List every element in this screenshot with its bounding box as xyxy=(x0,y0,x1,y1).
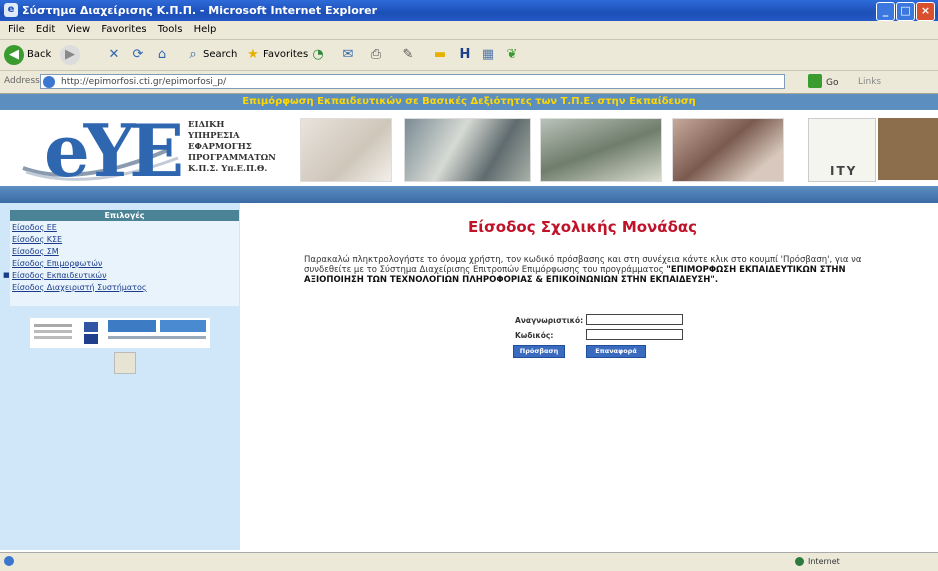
sponsor-logos xyxy=(30,318,210,348)
banner-photo-lab xyxy=(540,118,662,182)
go-arrow-icon[interactable] xyxy=(808,74,822,88)
forward-arrow-icon[interactable]: ▶ xyxy=(60,45,80,65)
username-field[interactable] xyxy=(586,314,683,325)
sponsor-line xyxy=(34,330,72,333)
close-button[interactable]: × xyxy=(916,2,935,21)
sponsor-line xyxy=(34,336,72,339)
folder-icon[interactable]: ▬ xyxy=(430,45,450,65)
maximize-button[interactable]: □ xyxy=(896,2,915,21)
links-label[interactable]: Links xyxy=(858,77,881,87)
menu-file[interactable]: File xyxy=(8,24,25,35)
banner-photo-classroom xyxy=(404,118,531,182)
banner-photo-child xyxy=(300,118,392,182)
logo: eYE xyxy=(44,108,184,193)
internet-zone-icon xyxy=(795,557,804,566)
favorites-button-label[interactable]: Favorites xyxy=(263,45,308,65)
menu-favorites[interactable]: Favorites xyxy=(101,24,146,35)
org-line: ΠΡΟΓΡΑΜΜΑΤΩΝ xyxy=(188,153,276,163)
home-icon[interactable]: ⌂ xyxy=(152,45,172,65)
sidebar-item-teachers[interactable]: Είσοδος Εκπαιδευτικών xyxy=(12,271,107,280)
research-icon[interactable]: ▦ xyxy=(478,45,498,65)
sponsor-line xyxy=(108,336,206,339)
program-logo xyxy=(108,320,156,332)
menu-tools[interactable]: Tools xyxy=(158,24,183,35)
submit-button[interactable]: Πρόσβαση xyxy=(513,345,565,358)
org-line: ΕΦΑΡΜΟΓΗΣ xyxy=(188,142,252,152)
mail-icon[interactable]: ✉ xyxy=(338,45,358,65)
menu-edit[interactable]: Edit xyxy=(36,24,55,35)
bullet-icon: ■ xyxy=(3,271,10,279)
menu-view[interactable]: View xyxy=(66,24,90,35)
status-zone: Internet xyxy=(808,557,840,566)
sidebar-item-ee[interactable]: Είσοδος ΕΕ xyxy=(12,223,57,232)
intro-text: Παρακαλώ πληκτρολογήστε το όνομα χρήστη,… xyxy=(304,255,874,285)
window-title: Σύστημα Διαχείρισης Κ.Π.Π. - Microsoft I… xyxy=(22,4,378,17)
address-bar: Address http://epimorfosi.cti.gr/epimorf… xyxy=(0,71,938,94)
greek-flag-icon xyxy=(84,322,98,332)
ie-window-icon: e xyxy=(4,3,18,17)
minimize-button[interactable]: _ xyxy=(876,2,895,21)
page-status-icon xyxy=(4,556,14,566)
search-icon[interactable]: ⌕ xyxy=(183,45,203,65)
banner-photo-students xyxy=(672,118,784,182)
edit-icon[interactable]: ✎ xyxy=(398,45,418,65)
program-logo xyxy=(160,320,206,332)
history-icon[interactable]: ◔ xyxy=(308,45,328,65)
sidebar-item-kse[interactable]: Είσοδος ΚΣΕ xyxy=(12,235,62,244)
banner-photo-poster xyxy=(878,118,938,180)
password-field[interactable] xyxy=(586,329,683,340)
org-line: ΥΠΗΡΕΣΙΑ xyxy=(188,131,240,141)
address-input[interactable]: http://epimorfosi.cti.gr/epimorfosi_p/ xyxy=(40,74,785,89)
stop-icon[interactable]: ✕ xyxy=(104,45,124,65)
favorites-star-icon[interactable]: ★ xyxy=(243,45,263,65)
navigation-bar xyxy=(0,186,938,203)
back-button-label[interactable]: Back xyxy=(27,45,51,65)
browser-toolbar: ◀ Back ▶ ✕ ⟳ ⌂ ⌕ Search ★ Favorites ◔ ✉ … xyxy=(0,40,938,71)
go-button[interactable]: Go xyxy=(826,78,838,88)
menu-bar: File Edit View Favorites Tools Help xyxy=(0,21,938,40)
ity-logo-text: ITY xyxy=(830,164,858,178)
messenger-icon[interactable]: ❦ xyxy=(502,45,522,65)
sponsor-line xyxy=(34,324,72,327)
username-label: Αναγνωριστικό: xyxy=(515,316,584,325)
h-icon[interactable]: H xyxy=(455,45,475,65)
refresh-icon[interactable]: ⟳ xyxy=(128,45,148,65)
back-arrow-icon[interactable]: ◀ xyxy=(4,45,24,65)
address-label: Address xyxy=(4,76,40,86)
sidebar-item-trainers[interactable]: Είσοδος Επιμορφωτών xyxy=(12,259,102,268)
print-icon[interactable]: ⎙ xyxy=(366,45,386,65)
ministry-logo xyxy=(114,352,136,374)
menu-help[interactable]: Help xyxy=(194,24,217,35)
window-titlebar: e Σύστημα Διαχείρισης Κ.Π.Π. - Microsoft… xyxy=(0,0,938,21)
sidebar-heading: Επιλογές xyxy=(10,210,239,221)
org-line: Κ.Π.Σ. Υπ.Ε.Π.Θ. xyxy=(188,164,268,174)
organization-name: ΕΙΔΙΚΗ ΥΠΗΡΕΣΙΑ ΕΦΑΡΜΟΓΗΣ ΠΡΟΓΡΑΜΜΑΤΩΝ Κ… xyxy=(188,120,276,175)
page-title: Είσοδος Σχολικής Μονάδας xyxy=(468,218,698,236)
sidebar-item-sm[interactable]: Είσοδος ΣΜ xyxy=(12,247,59,256)
search-button-label[interactable]: Search xyxy=(203,45,237,65)
password-label: Κωδικός: xyxy=(515,331,554,340)
org-line: ΕΙΔΙΚΗ xyxy=(188,120,225,130)
eu-flag-icon xyxy=(84,334,98,344)
page-icon xyxy=(43,76,55,88)
sidebar-item-admin[interactable]: Είσοδος Διαχειριστή Συστήματος xyxy=(12,283,237,292)
reset-button[interactable]: Επαναφορά xyxy=(586,345,646,358)
